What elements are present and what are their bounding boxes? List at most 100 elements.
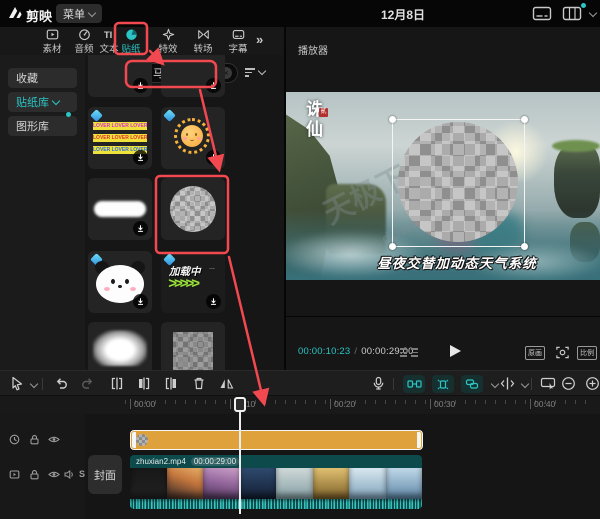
video-clip[interactable]: zhuxian2.mp4 00:00:29:00 (130, 455, 422, 509)
sticker-tile[interactable] (88, 55, 152, 97)
tab-sticker[interactable]: 贴纸 (114, 28, 148, 55)
playback-time: 00:00:10:23 / 00:00:29:00 (298, 346, 414, 357)
sticker-tile-panda[interactable] (88, 251, 152, 313)
timeline-tracks: S 封面 zhuxian2.mp4 00:00:29:00 (0, 414, 600, 519)
playhead-line[interactable] (239, 408, 241, 514)
sticker-tile-cloud[interactable] (88, 322, 152, 370)
timeline-view-icon[interactable] (540, 376, 556, 391)
vip-diamond-icon (90, 109, 103, 122)
delete-right-icon[interactable] (164, 376, 178, 391)
capcut-logo-icon (7, 5, 23, 21)
record-voiceover-icon[interactable] (371, 376, 386, 391)
chevron-down-icon (88, 8, 96, 16)
new-badge-dot (66, 112, 71, 117)
main-track-magnet-button[interactable] (403, 375, 425, 393)
download-icon[interactable] (133, 221, 148, 236)
zoom-in-icon[interactable] (585, 376, 600, 391)
delete-left-icon[interactable] (137, 376, 151, 391)
chevron-down-icon (258, 67, 266, 75)
player-divider (286, 316, 600, 317)
download-icon[interactable] (133, 294, 148, 309)
resize-handle-bl[interactable] (389, 243, 396, 250)
mute-icon[interactable] (64, 469, 75, 480)
chevron-down-icon[interactable] (30, 380, 38, 388)
mirror-icon[interactable] (219, 376, 234, 391)
timeline-ruler[interactable]: 00:00 00:10 00:20 00:30 00:40 (0, 396, 600, 414)
sticker-tile-lover[interactable]: LOVER LOVER LOVER LOVER LOVER LOVER LOVE… (88, 107, 152, 169)
capcut-app: 剪映 菜单 12月8日 素材 音频 TI 文本 (0, 0, 600, 519)
mosaic-square-thumb (173, 332, 213, 370)
sticker-tile[interactable] (161, 55, 225, 97)
sticker-tile-sun[interactable] (161, 107, 225, 169)
split-icon[interactable] (110, 376, 124, 391)
subtitle-panel-icon[interactable] (532, 6, 552, 21)
select-tool-icon[interactable] (10, 376, 24, 391)
download-icon[interactable] (206, 150, 221, 165)
title-bar: 剪映 菜单 12月8日 (0, 0, 600, 27)
sidebar-item-favorites[interactable]: 收藏 (8, 68, 77, 88)
transitions-icon (196, 28, 211, 41)
cover-button[interactable]: 封面 (88, 455, 122, 494)
sticker-tile-mosaic-circle[interactable] (161, 178, 225, 240)
auto-snap-button[interactable] (432, 375, 454, 393)
download-icon[interactable] (133, 78, 148, 93)
video-subtitle: 昼夜交替加动态天气系统 (286, 252, 600, 272)
quality-button[interactable]: 原画 (525, 346, 545, 360)
sidebar-item-graphics-library[interactable]: 图形库 (8, 116, 77, 136)
solo-track-label[interactable]: S (79, 469, 85, 479)
chevron-down-icon[interactable] (521, 380, 529, 388)
resize-handle-br[interactable] (521, 243, 528, 250)
captions-icon (231, 28, 246, 41)
sidebar-item-sticker-library[interactable]: 贴纸库 (8, 92, 77, 112)
play-button[interactable] (450, 345, 461, 357)
video-filmstrip (130, 468, 422, 499)
preview-axis-icon[interactable] (500, 376, 515, 391)
resize-handle-tr[interactable] (521, 116, 528, 123)
linkage-button[interactable] (461, 375, 483, 393)
sticker-selection-box[interactable] (392, 119, 525, 247)
date-label: 12月8日 (381, 6, 425, 23)
frame-list-icon[interactable] (400, 348, 418, 359)
chevron-down-icon[interactable] (491, 380, 499, 388)
tab-effects[interactable]: 特效 (151, 28, 185, 55)
ruler-label: 00:20 (330, 399, 355, 409)
more-tabs-button[interactable]: » (256, 32, 263, 47)
cloud-thumb (93, 330, 147, 366)
link-icon (465, 378, 479, 390)
menu-button[interactable]: 菜单 (56, 4, 102, 23)
tab-media[interactable]: 素材 (35, 28, 69, 55)
fullscreen-focus-icon[interactable] (555, 345, 570, 360)
trash-icon[interactable] (192, 376, 206, 391)
layout-panel-icon[interactable] (562, 6, 582, 21)
sticker-tile-mosaic-square[interactable] (161, 322, 225, 370)
sun-face (181, 125, 203, 147)
eye-icon[interactable] (48, 469, 60, 480)
sticker-tile-loading[interactable]: 加载中 ... >>>>> (161, 251, 225, 313)
undo-icon[interactable] (54, 376, 69, 391)
loading-arrows: >>>>> (168, 275, 197, 292)
lock-icon[interactable] (29, 469, 40, 480)
floating-island (554, 144, 600, 218)
filter-button[interactable] (245, 66, 265, 79)
download-icon[interactable] (206, 294, 221, 309)
clip-trim-handle-right[interactable] (417, 432, 421, 448)
sticker-tile-brush-stroke[interactable] (88, 178, 152, 240)
aspect-ratio-button[interactable]: 比例 (577, 346, 597, 360)
download-icon[interactable] (206, 78, 221, 93)
sticker-clip[interactable] (130, 430, 423, 450)
video-preview[interactable]: 天极下载站 down.yesky.com 诛仙 贰 昼夜交替加动态天气系统 (286, 92, 600, 280)
download-icon[interactable] (133, 150, 148, 165)
zoom-out-icon[interactable] (561, 376, 576, 391)
video-track-icon (9, 469, 20, 480)
filter-icon (245, 66, 255, 79)
playhead-handle[interactable] (234, 397, 246, 412)
redo-icon[interactable] (80, 376, 95, 391)
player-header: 播放器 (298, 42, 328, 57)
tab-transitions[interactable]: 转场 (186, 28, 220, 55)
chevron-down-icon[interactable] (589, 9, 597, 17)
tab-captions[interactable]: 字幕 (221, 28, 255, 55)
resize-handle-tl[interactable] (389, 116, 396, 123)
lock-icon[interactable] (29, 434, 40, 445)
sticker-sidebar: 收藏 贴纸库 图形库 (0, 55, 86, 370)
eye-icon[interactable] (48, 434, 60, 445)
